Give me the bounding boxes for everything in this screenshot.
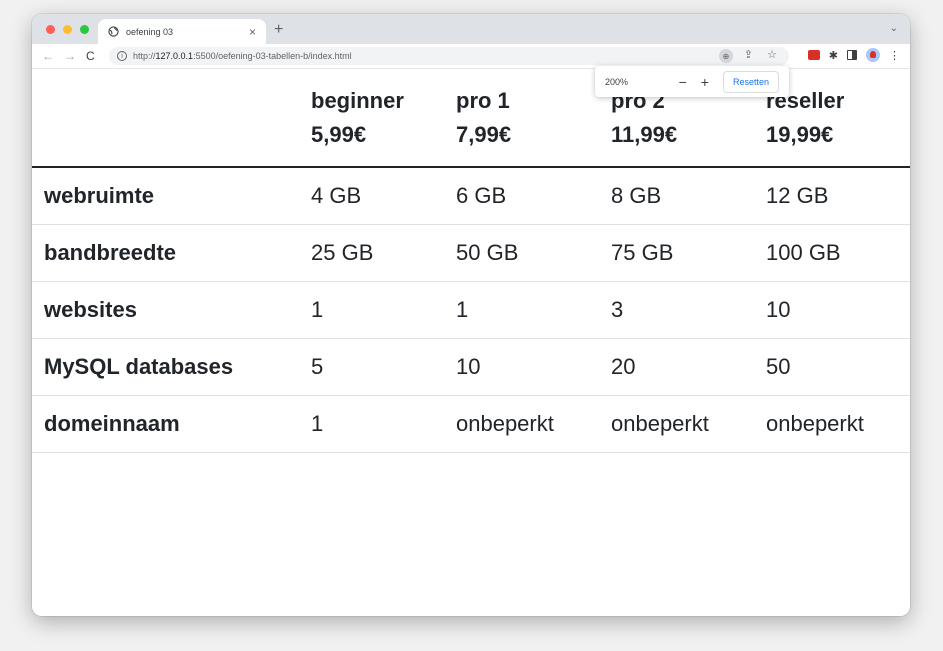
page-content: beginner 5,99€ pro 1 7,99€ pro 2 11,99€ … bbox=[32, 70, 910, 616]
zoom-reset-button[interactable]: Resetten bbox=[722, 70, 779, 93]
back-arrow-icon[interactable]: ← bbox=[42, 49, 54, 63]
table-row: webruimte 4 GB 6 GB 8 GB 12 GB bbox=[32, 167, 910, 225]
new-tab-button[interactable]: + bbox=[274, 21, 283, 39]
zoom-magnifier-icon[interactable]: ⊕ bbox=[719, 49, 733, 63]
table-cell: 1 bbox=[311, 395, 456, 453]
table-cell: 3 bbox=[611, 281, 766, 339]
url-scheme: http:// bbox=[133, 51, 156, 61]
tab-search-icon[interactable]: ⌄ bbox=[890, 23, 898, 34]
table-cell: 25 GB bbox=[311, 224, 456, 282]
table-cell: onbeperkt bbox=[456, 395, 611, 453]
nav-buttons: ← → C bbox=[42, 49, 95, 63]
tab-title: oefening 03 bbox=[126, 26, 174, 37]
window-controls bbox=[46, 25, 89, 34]
forward-arrow-icon[interactable]: → bbox=[64, 49, 76, 63]
table-cell: 50 bbox=[766, 338, 910, 396]
table-row: domeinnaam 1 onbeperkt onbeperkt onbeper… bbox=[32, 395, 910, 453]
plan-price: 5,99€ bbox=[311, 122, 367, 147]
zoom-in-button[interactable]: + bbox=[701, 74, 709, 90]
plan-price: 19,99€ bbox=[766, 122, 834, 147]
zoom-level: 200% bbox=[605, 76, 629, 87]
bookmark-star-icon[interactable]: ☆ bbox=[767, 48, 777, 61]
row-label: domeinnaam bbox=[32, 395, 311, 453]
plan-price: 7,99€ bbox=[456, 122, 512, 147]
plan-name: beginner bbox=[311, 88, 404, 113]
table-cell: 1 bbox=[311, 281, 456, 339]
table-cell: 5 bbox=[311, 338, 456, 396]
tab-close-icon[interactable]: × bbox=[249, 25, 256, 39]
globe-icon bbox=[108, 26, 119, 37]
url-host: 127.0.0.1 bbox=[155, 51, 194, 61]
table-cell: 12 GB bbox=[766, 167, 910, 225]
table-cell: onbeperkt bbox=[766, 395, 910, 453]
row-label: webruimte bbox=[32, 167, 311, 225]
table-cell: 20 bbox=[611, 338, 766, 396]
zoom-popup: 200% − + Resetten bbox=[595, 66, 789, 97]
table-row: MySQL databases 5 10 20 50 bbox=[32, 338, 910, 396]
reload-icon[interactable]: C bbox=[86, 49, 95, 63]
url-path: :5500/oefening-03-tabellen-b/index.html bbox=[193, 51, 352, 61]
table-cell: 4 GB bbox=[311, 167, 456, 225]
extensions-puzzle-icon[interactable]: ✱ bbox=[829, 49, 838, 62]
extensions-area: ✱ ⋮ bbox=[807, 48, 900, 62]
browser-window: oefening 03 × + ⌄ ← → C i http://127.0.0… bbox=[32, 14, 910, 616]
table-row: websites 1 1 3 10 bbox=[32, 281, 910, 339]
minimize-window-button[interactable] bbox=[63, 25, 72, 34]
table-cell: 100 GB bbox=[766, 224, 910, 282]
address-bar[interactable]: i http://127.0.0.1:5500/oefening-03-tabe… bbox=[109, 47, 789, 65]
side-panel-icon[interactable] bbox=[847, 50, 857, 60]
share-icon[interactable]: ⇪ bbox=[744, 48, 753, 61]
browser-menu-icon[interactable]: ⋮ bbox=[889, 49, 900, 62]
tab-oefening-03[interactable]: oefening 03 × bbox=[98, 19, 266, 44]
table-row: bandbreedte 25 GB 50 GB 75 GB 100 GB bbox=[32, 224, 910, 282]
table-cell: 75 GB bbox=[611, 224, 766, 282]
table-cell: 50 GB bbox=[456, 224, 611, 282]
pricing-table: beginner 5,99€ pro 1 7,99€ pro 2 11,99€ … bbox=[32, 70, 910, 453]
extension-icon[interactable] bbox=[807, 50, 820, 60]
table-cell: 6 GB bbox=[456, 167, 611, 225]
close-window-button[interactable] bbox=[46, 25, 55, 34]
profile-avatar[interactable] bbox=[866, 48, 880, 62]
header-cell-plan: pro 1 7,99€ bbox=[456, 70, 611, 168]
table-cell: 10 bbox=[456, 338, 611, 396]
row-label: websites bbox=[32, 281, 311, 339]
row-label: MySQL databases bbox=[32, 338, 311, 396]
header-cell-plan: beginner 5,99€ bbox=[311, 70, 456, 168]
tab-strip: oefening 03 × + ⌄ bbox=[32, 14, 910, 44]
plan-price: 11,99€ bbox=[611, 122, 678, 147]
table-cell: onbeperkt bbox=[611, 395, 766, 453]
zoom-out-button[interactable]: − bbox=[679, 74, 687, 90]
header-cell-empty bbox=[32, 70, 311, 168]
table-cell: 8 GB bbox=[611, 167, 766, 225]
maximize-window-button[interactable] bbox=[80, 25, 89, 34]
site-info-icon[interactable]: i bbox=[117, 51, 127, 61]
plan-name: pro 1 bbox=[456, 88, 510, 113]
table-cell: 10 bbox=[766, 281, 910, 339]
table-cell: 1 bbox=[456, 281, 611, 339]
row-label: bandbreedte bbox=[32, 224, 311, 282]
